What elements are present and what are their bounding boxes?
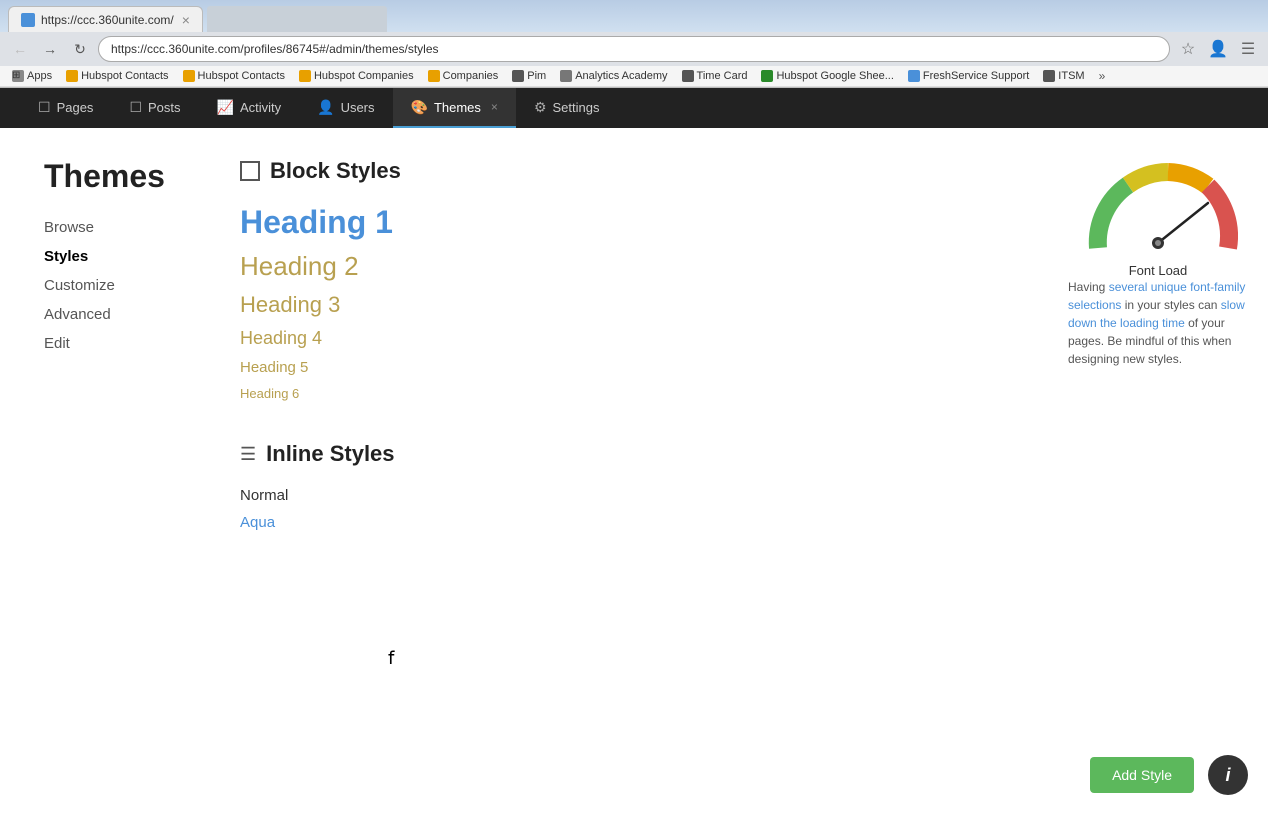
bookmark-freshservice[interactable]: FreshService Support <box>904 68 1033 84</box>
browser-tab[interactable]: https://ccc.360unite.com/ × <box>8 6 203 32</box>
back-button[interactable]: ← <box>8 37 32 61</box>
bookmark-hubspot-sheets[interactable]: Hubspot Google Shee... <box>757 68 897 84</box>
bookmark-hubspot-contacts-2[interactable]: Hubspot Contacts <box>179 68 289 84</box>
sidebar-link-styles[interactable]: Styles <box>44 248 180 265</box>
hubspot-icon <box>183 70 195 82</box>
tab-favicon <box>21 13 35 27</box>
zoom-icon[interactable]: 👤 <box>1206 37 1230 61</box>
pim-icon <box>512 70 524 82</box>
heading-5-preview[interactable]: Heading 5 <box>240 359 1008 376</box>
bookmark-apps[interactable]: ⊞ Apps <box>8 68 56 84</box>
info-button[interactable]: i <box>1208 755 1248 795</box>
address-bar-row: ← → ↻ ☆ 👤 ☰ <box>0 32 1268 66</box>
itsm-icon <box>1043 70 1055 82</box>
add-style-button[interactable]: Add Style <box>1090 757 1194 793</box>
menu-icon[interactable]: ☰ <box>1236 37 1260 61</box>
block-styles-header: Block Styles <box>240 158 1008 184</box>
heading-2-preview[interactable]: Heading 2 <box>240 251 1008 282</box>
inline-styles-title: Inline Styles <box>266 441 394 467</box>
nav-item-themes[interactable]: 🎨 Themes × <box>393 88 516 128</box>
desc-text-1: Having <box>1068 280 1109 294</box>
page-content: Themes Browse Styles Customize Advanced … <box>0 128 1268 811</box>
gauge-svg <box>1078 148 1238 258</box>
heading-6-preview[interactable]: Heading 6 <box>240 386 1008 401</box>
nav-item-posts[interactable]: ☐ Posts <box>111 88 198 128</box>
desc-text-2: in your styles can <box>1121 298 1220 312</box>
hubspot-icon <box>66 70 78 82</box>
settings-icon: ⚙ <box>534 99 547 116</box>
bookmark-companies[interactable]: Companies <box>424 68 503 84</box>
font-load-gauge: Font Load <box>1078 148 1238 258</box>
sidebar-nav: Browse Styles Customize Advanced Edit <box>44 219 180 352</box>
font-load-description: Having several unique font-family select… <box>1068 278 1248 368</box>
inline-styles-header: ☰ Inline Styles <box>240 441 1008 467</box>
sidebar-title: Themes <box>44 158 180 195</box>
sidebar-link-customize[interactable]: Customize <box>44 277 180 294</box>
nav-item-activity[interactable]: 📈 Activity <box>199 88 300 128</box>
sidebar: Themes Browse Styles Customize Advanced … <box>0 128 200 811</box>
block-styles-icon <box>240 161 260 181</box>
sidebar-link-advanced[interactable]: Advanced <box>44 306 180 323</box>
main-content: Block Styles Heading 1 Heading 2 Heading… <box>200 128 1048 811</box>
themes-tab-close-icon[interactable]: × <box>491 100 498 114</box>
bookmark-pim[interactable]: Pim <box>508 68 550 84</box>
analytics-icon <box>560 70 572 82</box>
heading-1-preview[interactable]: Heading 1 <box>240 204 1008 241</box>
address-input[interactable] <box>98 36 1170 62</box>
forward-button[interactable]: → <box>38 37 62 61</box>
themes-icon: 🎨 <box>411 99 428 116</box>
bookmarks-overflow-icon[interactable]: » <box>1099 69 1106 83</box>
nav-item-users[interactable]: 👤 Users <box>299 88 392 128</box>
bookmark-timecard[interactable]: Time Card <box>678 68 752 84</box>
inline-styles-icon: ☰ <box>240 444 256 465</box>
sidebar-link-edit[interactable]: Edit <box>44 335 180 352</box>
bookmark-star-icon[interactable]: ☆ <box>1176 37 1200 61</box>
heading-4-preview[interactable]: Heading 4 <box>240 328 1008 349</box>
right-panel: Font Load Having several unique font-fam… <box>1048 128 1268 811</box>
nav-item-settings[interactable]: ⚙ Settings <box>516 88 618 128</box>
normal-preview[interactable]: Normal <box>240 487 1008 504</box>
bottom-bar: Add Style i <box>1090 755 1248 795</box>
bookmark-itsm[interactable]: ITSM <box>1039 68 1088 84</box>
bookmarks-bar: ⊞ Apps Hubspot Contacts Hubspot Contacts… <box>0 66 1268 87</box>
users-icon: 👤 <box>317 99 334 116</box>
hubspot-companies-icon <box>299 70 311 82</box>
posts-icon: ☐ <box>129 99 142 116</box>
companies-icon <box>428 70 440 82</box>
inline-styles-section: ☰ Inline Styles Normal Aqua <box>240 441 1008 531</box>
new-tab-area <box>207 6 387 32</box>
tab-bar: https://ccc.360unite.com/ × <box>0 0 1268 32</box>
timecard-icon <box>682 70 694 82</box>
cursor: 𝖿 <box>388 648 394 669</box>
activity-icon: 📈 <box>217 99 234 116</box>
bookmark-hubspot-contacts-1[interactable]: Hubspot Contacts <box>62 68 172 84</box>
refresh-button[interactable]: ↻ <box>68 37 92 61</box>
app-nav: ☐ Pages ☐ Posts 📈 Activity 👤 Users 🎨 The… <box>0 88 1268 128</box>
apps-grid-icon: ⊞ <box>12 70 24 82</box>
aqua-preview[interactable]: Aqua <box>240 514 1008 531</box>
browser-chrome: https://ccc.360unite.com/ × ← → ↻ ☆ 👤 ☰ … <box>0 0 1268 88</box>
tab-close-button[interactable]: × <box>182 12 190 28</box>
pages-icon: ☐ <box>38 99 51 116</box>
tab-title: https://ccc.360unite.com/ <box>41 13 174 27</box>
sidebar-link-browse[interactable]: Browse <box>44 219 180 236</box>
nav-item-pages[interactable]: ☐ Pages <box>20 88 111 128</box>
block-styles-title: Block Styles <box>270 158 401 184</box>
freshservice-icon <box>908 70 920 82</box>
bookmark-hubspot-companies[interactable]: Hubspot Companies <box>295 68 418 84</box>
sheets-icon <box>761 70 773 82</box>
heading-3-preview[interactable]: Heading 3 <box>240 292 1008 318</box>
bookmark-analytics[interactable]: Analytics Academy <box>556 68 671 84</box>
font-load-label: Font Load <box>1078 263 1238 278</box>
